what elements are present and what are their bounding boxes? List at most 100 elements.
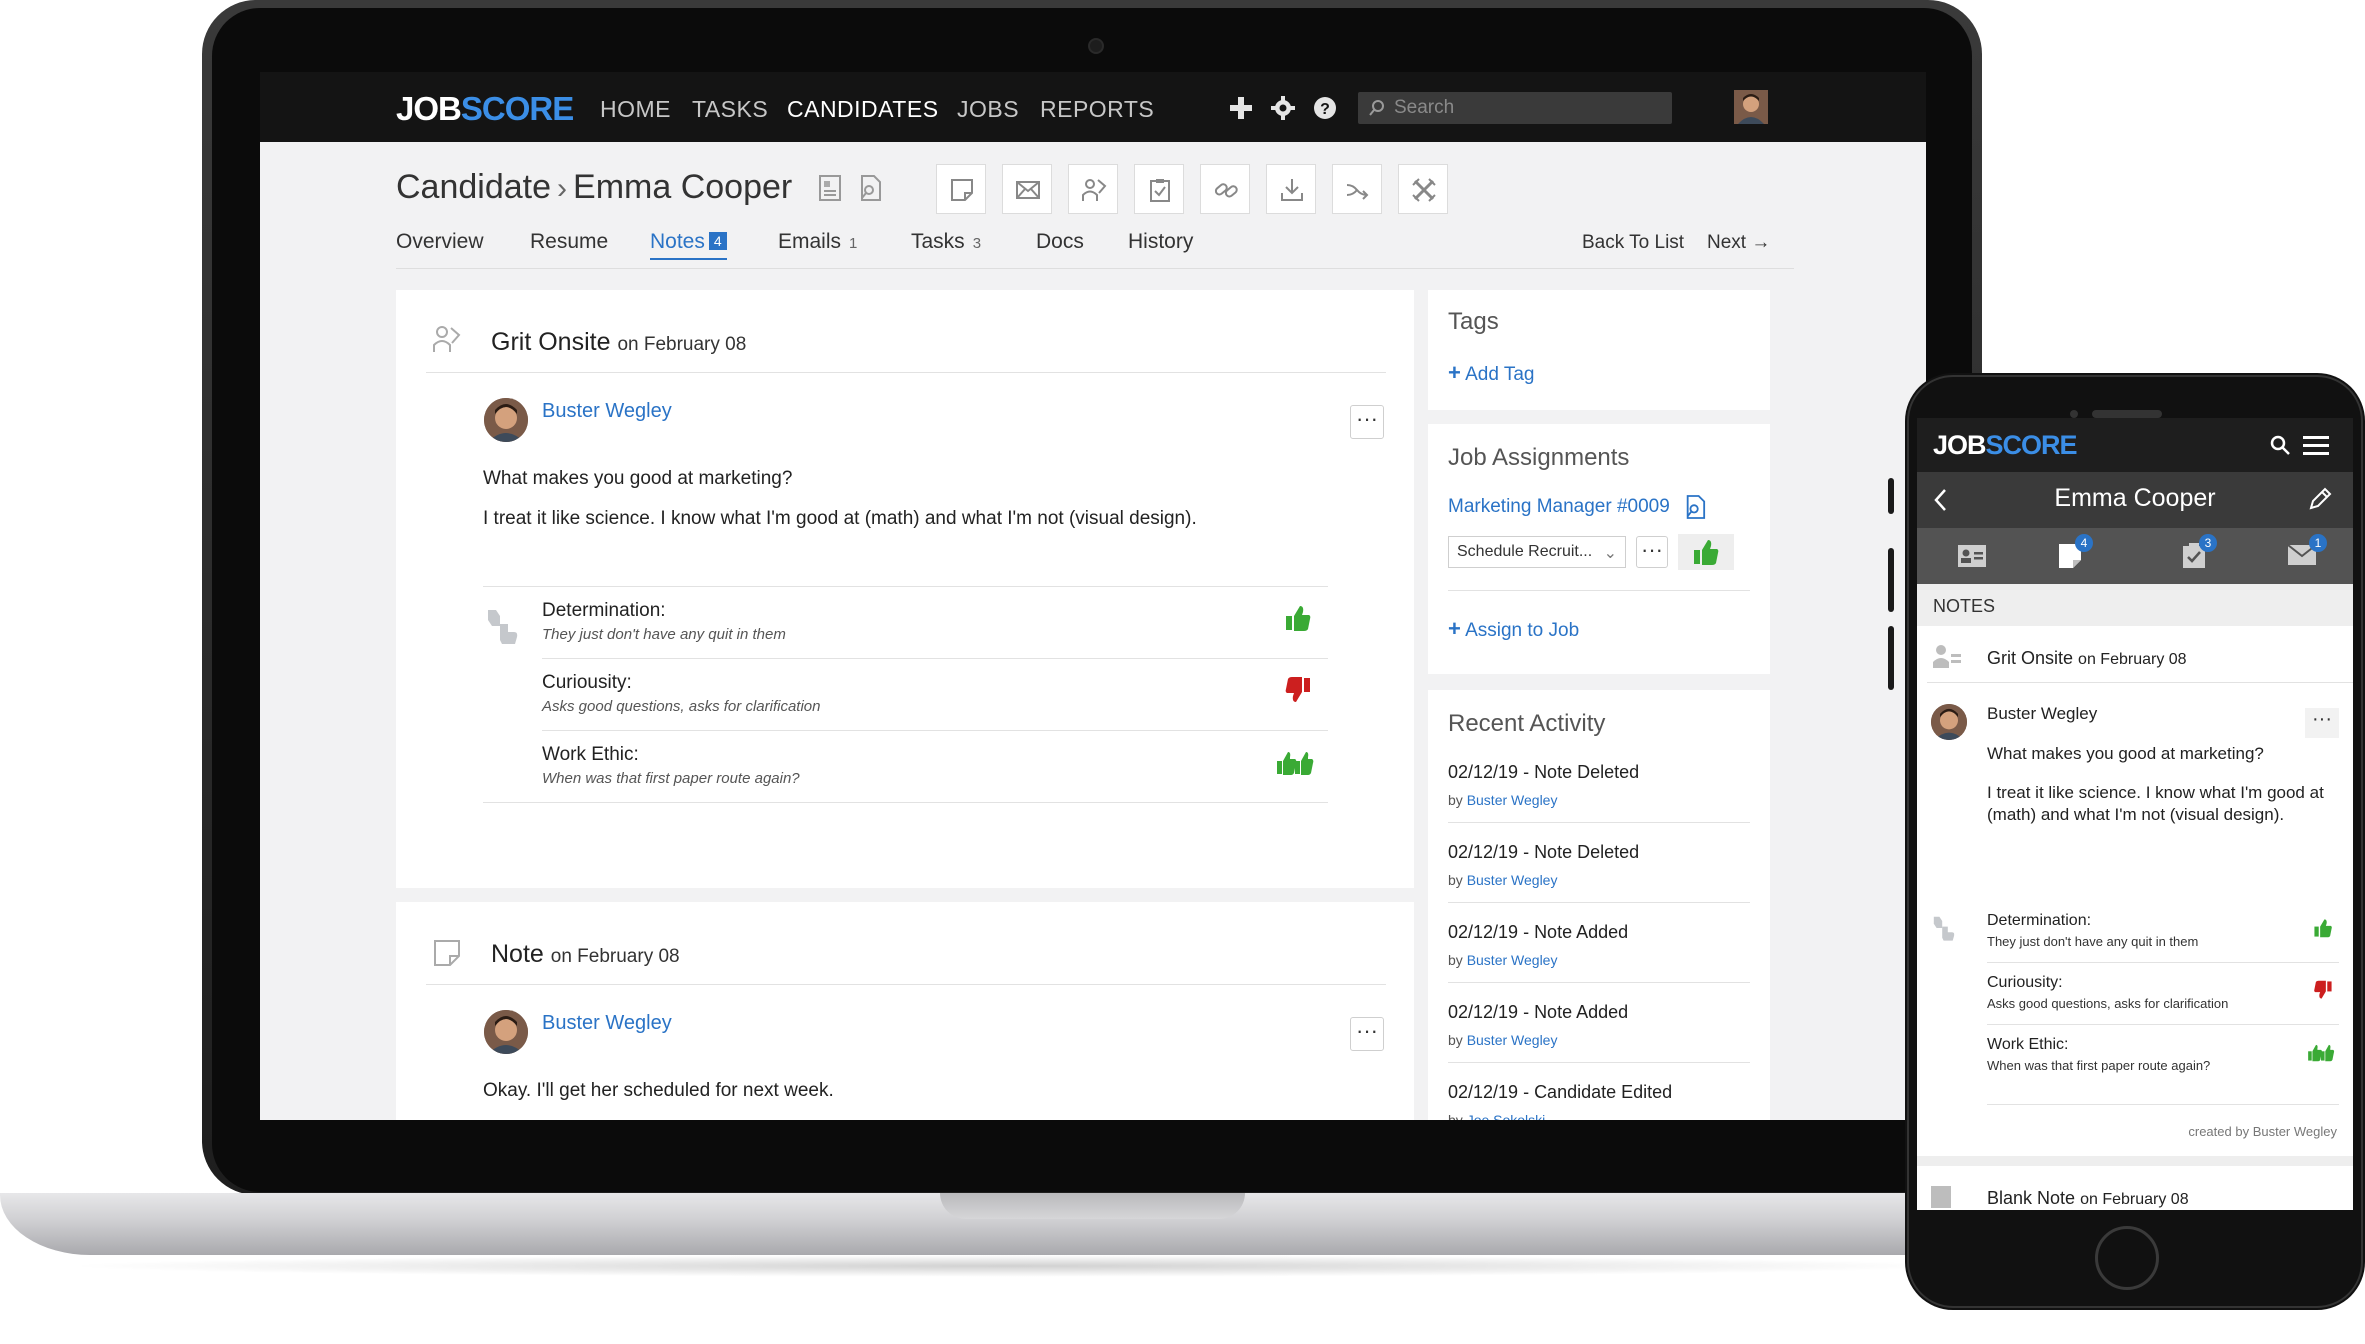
note-options-button[interactable]: ···: [1350, 405, 1384, 439]
search-box: [1358, 92, 1672, 124]
mobile-trait-title: Curiousity:: [1987, 974, 2063, 991]
phone-mute-switch: [1888, 478, 1894, 514]
gear-icon[interactable]: [1270, 95, 1296, 121]
trait-description: Asks good questions, asks for clarificat…: [542, 698, 821, 715]
share-button[interactable]: [1332, 164, 1382, 214]
plus-icon: +: [1448, 360, 1461, 385]
trait-title: Determination:: [542, 600, 666, 621]
next-link[interactable]: Next →: [1707, 232, 1770, 254]
laptop-camera: [1088, 38, 1104, 54]
user-avatar[interactable]: [1734, 90, 1768, 124]
link-button[interactable]: [1200, 164, 1250, 214]
traits-divider-bottom: [483, 802, 1328, 803]
chevron-down-icon: ⌄: [1603, 545, 1617, 562]
jobscore-logo[interactable]: JOBSCORE: [396, 90, 574, 128]
mobile-tab-bar: 4 3 1: [1917, 528, 2353, 584]
trait-divider: [542, 658, 1328, 659]
mobile-logo[interactable]: JOBSCORE: [1933, 430, 2078, 461]
mobile-blank-note-title: Blank Note on February 08: [1987, 1188, 2189, 1208]
profile-card-icon[interactable]: [1957, 544, 1987, 568]
job-link[interactable]: Marketing Manager #0009: [1448, 496, 1670, 518]
trait-title: Curiousity:: [542, 672, 632, 693]
activity-title: 02/12/19 - Note Added: [1448, 1002, 1629, 1022]
plus-icon: +: [1448, 616, 1461, 641]
phone-camera: [2070, 410, 2078, 418]
trait-title: Work Ethic:: [542, 744, 639, 765]
activity-by: by Buster Wegley: [1448, 792, 1558, 808]
help-icon[interactable]: ?: [1312, 95, 1338, 121]
plus-icon[interactable]: [1228, 95, 1254, 121]
activity-user-link[interactable]: Buster Wegley: [1467, 952, 1558, 968]
activity-user-link[interactable]: Buster Wegley: [1467, 872, 1558, 888]
mobile-note-answer: I treat it like science. I know what I'm…: [1987, 783, 2324, 824]
job-assignments-title: Job Assignments: [1448, 444, 1630, 471]
nav-reports[interactable]: REPORTS: [1040, 96, 1154, 123]
search-icon: [1369, 100, 1384, 116]
search-input[interactable]: [1392, 92, 1662, 124]
trait-divider: [542, 730, 1328, 731]
job-options-button[interactable]: ···: [1636, 536, 1668, 568]
recent-activity-panel: Recent Activity 02/12/19 - Note Deleted …: [1428, 690, 1770, 1120]
tab-tasks[interactable]: Tasks 3: [911, 230, 981, 254]
nav-candidates[interactable]: CANDIDATES: [787, 96, 939, 123]
search-icon[interactable]: [2269, 434, 2291, 456]
note-author-link[interactable]: Buster Wegley: [542, 400, 672, 423]
add-note-button[interactable]: [936, 164, 986, 214]
activity-user-link[interactable]: Joe Sokolski: [1467, 1112, 1546, 1120]
mobile-note-author[interactable]: Buster Wegley: [1987, 704, 2097, 724]
note-author-link[interactable]: Buster Wegley: [542, 1012, 672, 1035]
activity-title: 02/12/19 - Note Added: [1448, 922, 1629, 942]
approve-button[interactable]: [1678, 534, 1734, 570]
interview-note-icon: [433, 326, 461, 352]
stage-select[interactable]: Schedule Recruit... ⌄: [1448, 536, 1626, 568]
author-avatar: [484, 1010, 528, 1054]
activity-divider: [1448, 982, 1750, 983]
send-email-button[interactable]: [1002, 164, 1052, 214]
double-thumb-up-icon: [1277, 752, 1314, 775]
tab-emails[interactable]: Emails 1: [778, 230, 857, 254]
activity-by: by Buster Wegley: [1448, 952, 1558, 968]
add-tag-link[interactable]: + Add Tag: [1448, 360, 1534, 386]
job-assignments-panel: Job Assignments Marketing Manager #0009 …: [1428, 424, 1770, 674]
activity-user-link[interactable]: Buster Wegley: [1467, 1032, 1558, 1048]
mobile-candidate-name: Emma Cooper: [2054, 484, 2216, 512]
mobile-note-options-button[interactable]: ···: [2305, 708, 2339, 738]
tab-notes[interactable]: Notes 4: [650, 230, 727, 260]
resume-icon[interactable]: [818, 174, 842, 202]
add-task-button[interactable]: [1134, 164, 1184, 214]
tab-overview[interactable]: Overview: [396, 230, 484, 254]
reject-button[interactable]: [1398, 164, 1448, 214]
tab-resume[interactable]: Resume: [530, 230, 608, 254]
nav-tasks[interactable]: TASKS: [692, 96, 768, 123]
back-to-list-link[interactable]: Back To List: [1582, 232, 1684, 254]
note-title: Grit Onsite on February 08: [491, 328, 747, 356]
document-search-icon[interactable]: [858, 174, 882, 202]
hamburger-menu-icon[interactable]: [2303, 434, 2329, 456]
activity-divider: [1448, 822, 1750, 823]
phone-volume-up: [1888, 548, 1894, 612]
laptop-shadow: [60, 1255, 1960, 1277]
top-nav: JOBSCORE HOME TASKS CANDIDATES JOBS REPO…: [260, 72, 1926, 142]
note-options-button[interactable]: ···: [1350, 1017, 1384, 1051]
tabs-divider: [396, 268, 1794, 269]
breadcrumb-root[interactable]: Candidate: [396, 168, 551, 206]
email-count-badge: 1: [2309, 534, 2327, 552]
tab-history[interactable]: History: [1128, 230, 1193, 254]
add-interview-button[interactable]: [1068, 164, 1118, 214]
activity-by: by Joe Sokolski: [1448, 1112, 1545, 1120]
activity-by: by Buster Wegley: [1448, 1032, 1558, 1048]
nav-jobs[interactable]: JOBS: [957, 96, 1019, 123]
document-search-icon[interactable]: [1684, 494, 1706, 520]
phone-home-button[interactable]: [2095, 1226, 2159, 1290]
notes-count-badge: 4: [2075, 534, 2093, 552]
tab-docs[interactable]: Docs: [1036, 230, 1084, 254]
svg-text:?: ?: [1320, 101, 1330, 118]
activity-title: 02/12/19 - Note Deleted: [1448, 842, 1640, 862]
edit-pencil-icon[interactable]: [2307, 486, 2333, 512]
nav-home[interactable]: HOME: [600, 96, 671, 123]
activity-user-link[interactable]: Buster Wegley: [1467, 792, 1558, 808]
mobile-title-bar: Emma Cooper: [1917, 472, 2353, 528]
assign-to-job-link[interactable]: + Assign to Job: [1448, 616, 1579, 642]
tasks-count-badge: 3: [2199, 534, 2217, 552]
download-button[interactable]: [1266, 164, 1316, 214]
